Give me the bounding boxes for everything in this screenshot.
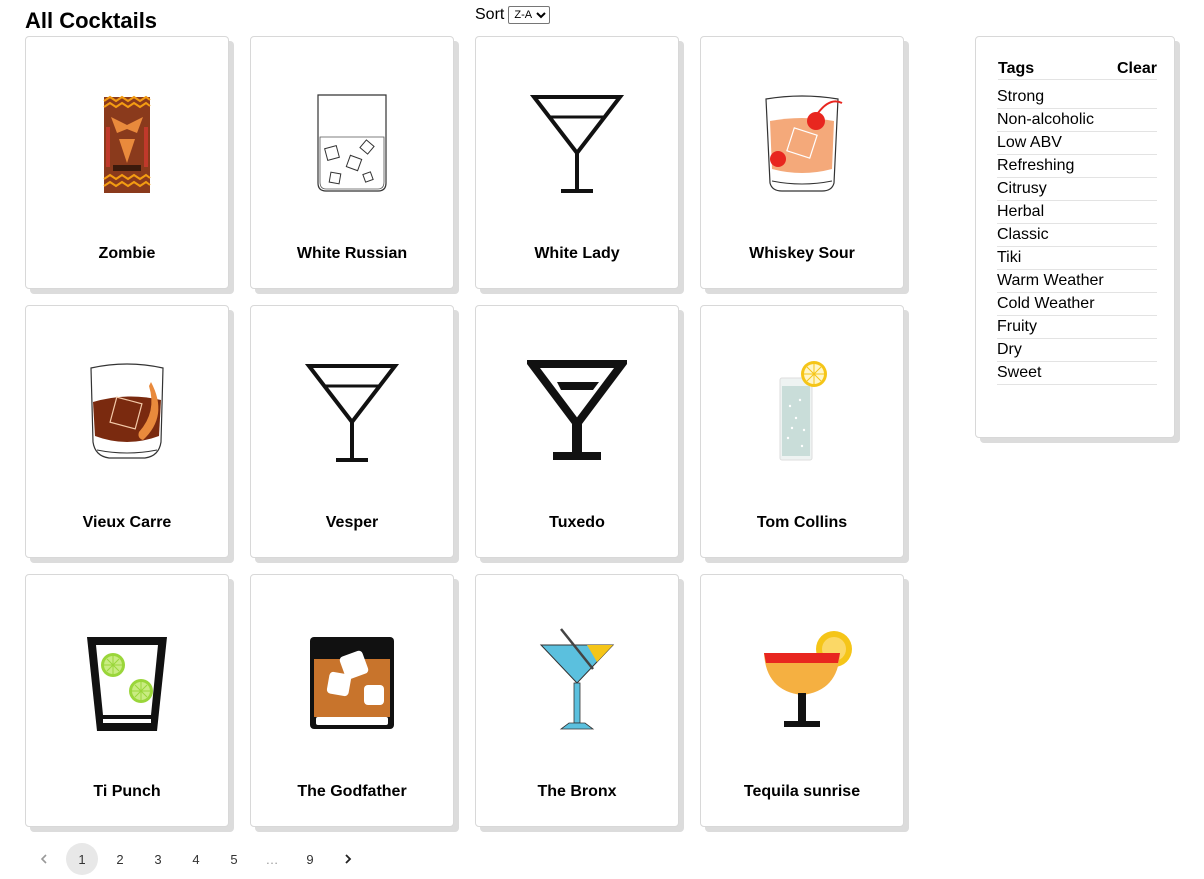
cocktail-grid: Zombie White Russian White Lady Whiskey … bbox=[25, 36, 904, 827]
page-button[interactable]: 3 bbox=[142, 843, 174, 875]
cocktail-name: Vieux Carre bbox=[82, 514, 172, 531]
cocktail-card[interactable]: Whiskey Sour bbox=[700, 36, 904, 289]
cocktail-card[interactable]: Tom Collins bbox=[700, 305, 904, 558]
cocktail-card[interactable]: Tuxedo bbox=[475, 305, 679, 558]
cocktail-name: The Bronx bbox=[537, 783, 617, 800]
cocktail-name: Whiskey Sour bbox=[749, 245, 855, 262]
tag-item[interactable]: Sweet bbox=[997, 362, 1157, 385]
tag-item[interactable]: Non-alcoholic bbox=[997, 109, 1157, 132]
tiki-mask-icon bbox=[77, 87, 177, 197]
tag-item[interactable]: Herbal bbox=[997, 201, 1157, 224]
tag-item[interactable]: Fruity bbox=[997, 316, 1157, 339]
chevron-left-icon[interactable] bbox=[28, 843, 60, 875]
tag-item[interactable]: Warm Weather bbox=[997, 270, 1157, 293]
tags-title: Tags bbox=[998, 60, 1035, 77]
cocktail-name: Tequila sunrise bbox=[743, 783, 861, 800]
cocktail-name: White Lady bbox=[534, 245, 620, 262]
rocks-glass-amber-icon bbox=[302, 625, 402, 735]
cocktail-card[interactable]: Ti Punch bbox=[25, 574, 229, 827]
cocktail-card[interactable]: White Russian bbox=[250, 36, 454, 289]
chevron-right-icon[interactable] bbox=[332, 843, 364, 875]
sort-control: Sort Z-A bbox=[475, 6, 551, 24]
page-button[interactable]: 2 bbox=[104, 843, 136, 875]
page-button[interactable]: 5 bbox=[218, 843, 250, 875]
cocktail-card[interactable]: Vesper bbox=[250, 305, 454, 558]
sort-label: Sort bbox=[475, 6, 505, 23]
tags-panel: Tags Clear Strong Non-alcoholic Low ABV … bbox=[975, 36, 1175, 438]
cocktail-name: Tom Collins bbox=[756, 514, 848, 531]
tag-item[interactable]: Low ABV bbox=[997, 132, 1157, 155]
cocktail-name: Vesper bbox=[325, 514, 379, 531]
tags-header: Tags Clear bbox=[998, 60, 1157, 80]
cocktail-name: Zombie bbox=[98, 245, 156, 262]
rocks-glass-orange-peel-icon bbox=[77, 356, 177, 466]
pagination: 1 2 3 4 5 … 9 bbox=[28, 843, 370, 875]
martini-glass-icon bbox=[527, 87, 627, 197]
blue-martini-straw-icon bbox=[527, 625, 627, 735]
cocktail-name: The Godfather bbox=[297, 783, 407, 800]
cocktail-card[interactable]: The Godfather bbox=[250, 574, 454, 827]
clear-tags-button[interactable]: Clear bbox=[1117, 60, 1157, 78]
cocktail-name: Tuxedo bbox=[549, 514, 605, 531]
page-ellipsis: … bbox=[265, 851, 279, 867]
page-button-current[interactable]: 1 bbox=[66, 843, 98, 875]
cocktail-name: White Russian bbox=[296, 245, 408, 262]
cocktail-card[interactable]: Tequila sunrise bbox=[700, 574, 904, 827]
sunrise-coupe-icon bbox=[752, 625, 852, 735]
cocktail-card[interactable]: The Bronx bbox=[475, 574, 679, 827]
cocktail-card[interactable]: Zombie bbox=[25, 36, 229, 289]
lime-glass-icon bbox=[77, 625, 177, 735]
tags-list: Strong Non-alcoholic Low ABV Refreshing … bbox=[997, 86, 1157, 385]
tag-item[interactable]: Dry bbox=[997, 339, 1157, 362]
whiskey-sour-glass-icon bbox=[752, 87, 852, 197]
sort-select[interactable]: Z-A bbox=[508, 6, 551, 24]
tag-item[interactable]: Tiki bbox=[997, 247, 1157, 270]
rocks-glass-ice-icon bbox=[302, 87, 402, 197]
tag-item[interactable]: Cold Weather bbox=[997, 293, 1157, 316]
cocktail-card[interactable]: Vieux Carre bbox=[25, 305, 229, 558]
highball-lemon-icon bbox=[752, 356, 852, 466]
tag-item[interactable]: Citrusy bbox=[997, 178, 1157, 201]
tag-item[interactable]: Classic bbox=[997, 224, 1157, 247]
cocktail-card[interactable]: White Lady bbox=[475, 36, 679, 289]
bold-martini-glass-icon bbox=[527, 356, 627, 466]
page-button[interactable]: 4 bbox=[180, 843, 212, 875]
martini-glass-icon bbox=[302, 356, 402, 466]
tag-item[interactable]: Refreshing bbox=[997, 155, 1157, 178]
cocktail-name: Ti Punch bbox=[93, 783, 161, 800]
tag-item[interactable]: Strong bbox=[997, 86, 1157, 109]
page-title: All Cocktails bbox=[25, 8, 158, 33]
page-button[interactable]: 9 bbox=[294, 843, 326, 875]
